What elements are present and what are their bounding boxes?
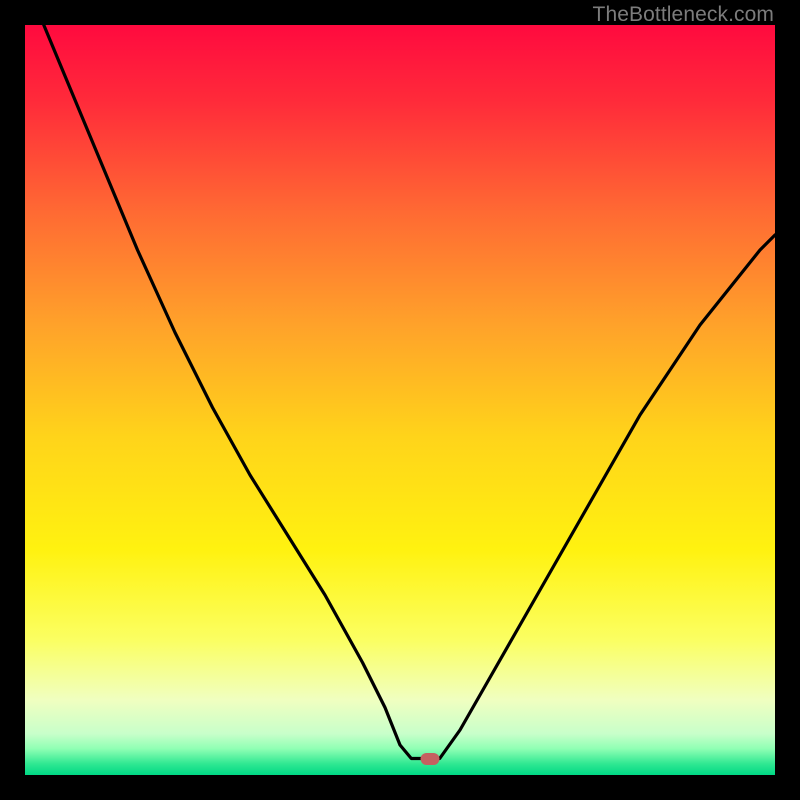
optimal-marker (421, 753, 440, 765)
credit-label: TheBottleneck.com (593, 3, 774, 27)
chart-frame: TheBottleneck.com (0, 0, 800, 800)
plot-area (25, 25, 775, 775)
bottleneck-curve (25, 25, 775, 775)
